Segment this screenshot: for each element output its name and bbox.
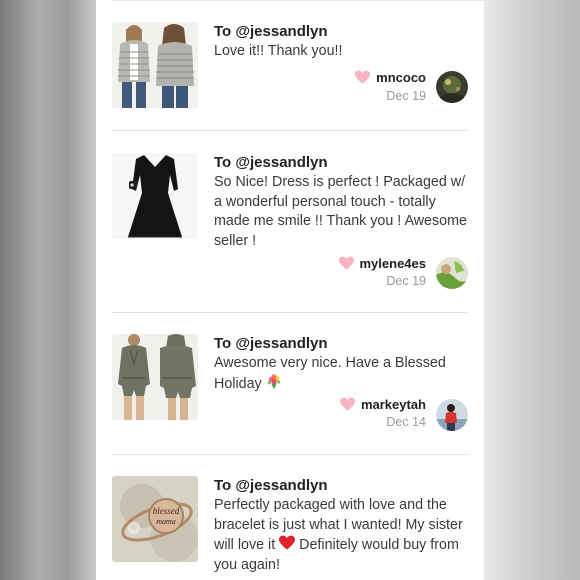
reviewer-row[interactable]: mncoco	[355, 70, 426, 85]
recipient-prefix: To	[214, 477, 236, 494]
green-nature-avatar[interactable]	[436, 257, 468, 289]
black-dress-photo[interactable]	[112, 153, 198, 239]
recipient-prefix: To	[214, 335, 236, 352]
reviewer-username[interactable]: mncoco	[376, 70, 426, 85]
review-text: Love it!! Thank you!!	[214, 43, 343, 59]
recipient-line: To @jessandlyn	[214, 154, 474, 171]
review-date: Dec 19	[386, 274, 426, 288]
recipient-line: To @jessandlyn	[214, 335, 474, 352]
background-right-blur	[484, 0, 580, 580]
background-left-blur	[0, 0, 96, 580]
dark-landscape-avatar[interactable]	[436, 71, 468, 103]
review-divider	[112, 312, 468, 313]
blessed-mama-bracelet-photo[interactable]: blessed mama	[112, 476, 198, 562]
reviewer-username[interactable]: mylene4es	[360, 256, 427, 271]
recipient-prefix: To	[214, 23, 236, 40]
gray-striped-cardigan-photo[interactable]	[112, 22, 198, 108]
olive-romper-photo[interactable]	[112, 334, 198, 420]
recipient-line: To @jessandlyn	[214, 477, 474, 494]
heart-icon	[339, 397, 355, 411]
review-text: So Nice! Dress is perfect ! Packaged w/ …	[214, 174, 467, 249]
review-text: Awesome very nice. Have a Blessed Holida…	[214, 354, 470, 394]
heart-icon	[355, 70, 371, 84]
reviewer-username[interactable]: markeytah	[361, 397, 426, 412]
recipient-handle[interactable]: @jessandlyn	[235, 23, 327, 40]
review-divider	[112, 454, 468, 455]
love-notes-screen: To @jessandlyn Love it!! Thank you!! mnc…	[96, 0, 484, 580]
recipient-handle[interactable]: @jessandlyn	[235, 477, 327, 494]
top-divider	[112, 0, 484, 1]
person-red-top-avatar[interactable]	[436, 399, 468, 431]
bracelet-charm-text: mama	[156, 517, 176, 526]
reviewer-row[interactable]: markeytah	[339, 397, 426, 412]
red-heart-emoji	[279, 535, 296, 550]
bouquet-emoji	[267, 373, 281, 389]
review-date: Dec 19	[386, 89, 426, 103]
review-text-content: Awesome very nice. Have a Blessed Holida…	[214, 355, 446, 392]
heart-icon	[338, 256, 354, 270]
recipient-handle[interactable]: @jessandlyn	[235, 335, 327, 352]
review-text: Perfectly packaged with love and the bra…	[214, 496, 470, 575]
reviewer-row[interactable]: mylene4es	[338, 256, 427, 271]
recipient-handle[interactable]: @jessandlyn	[235, 154, 327, 171]
bracelet-charm-text: blessed	[153, 506, 180, 516]
recipient-prefix: To	[214, 154, 236, 171]
review-date: Dec 14	[386, 415, 426, 429]
review-divider	[112, 130, 468, 131]
recipient-line: To @jessandlyn	[214, 23, 474, 40]
